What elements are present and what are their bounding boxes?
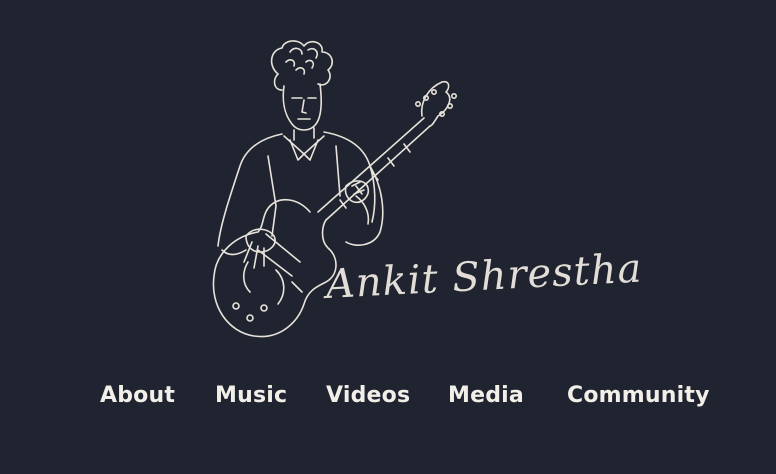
nav-community-link[interactable]: Community: [567, 376, 710, 416]
nav-music-link[interactable]: Music: [215, 376, 287, 416]
hero-section: Ankit Shrestha About Music Videos Media …: [0, 0, 776, 474]
nav-about-link[interactable]: About: [100, 376, 175, 416]
nav-videos-link[interactable]: Videos: [326, 376, 410, 416]
nav-media-link[interactable]: Media: [448, 376, 524, 416]
main-nav: About Music Videos Media Community: [0, 376, 776, 416]
